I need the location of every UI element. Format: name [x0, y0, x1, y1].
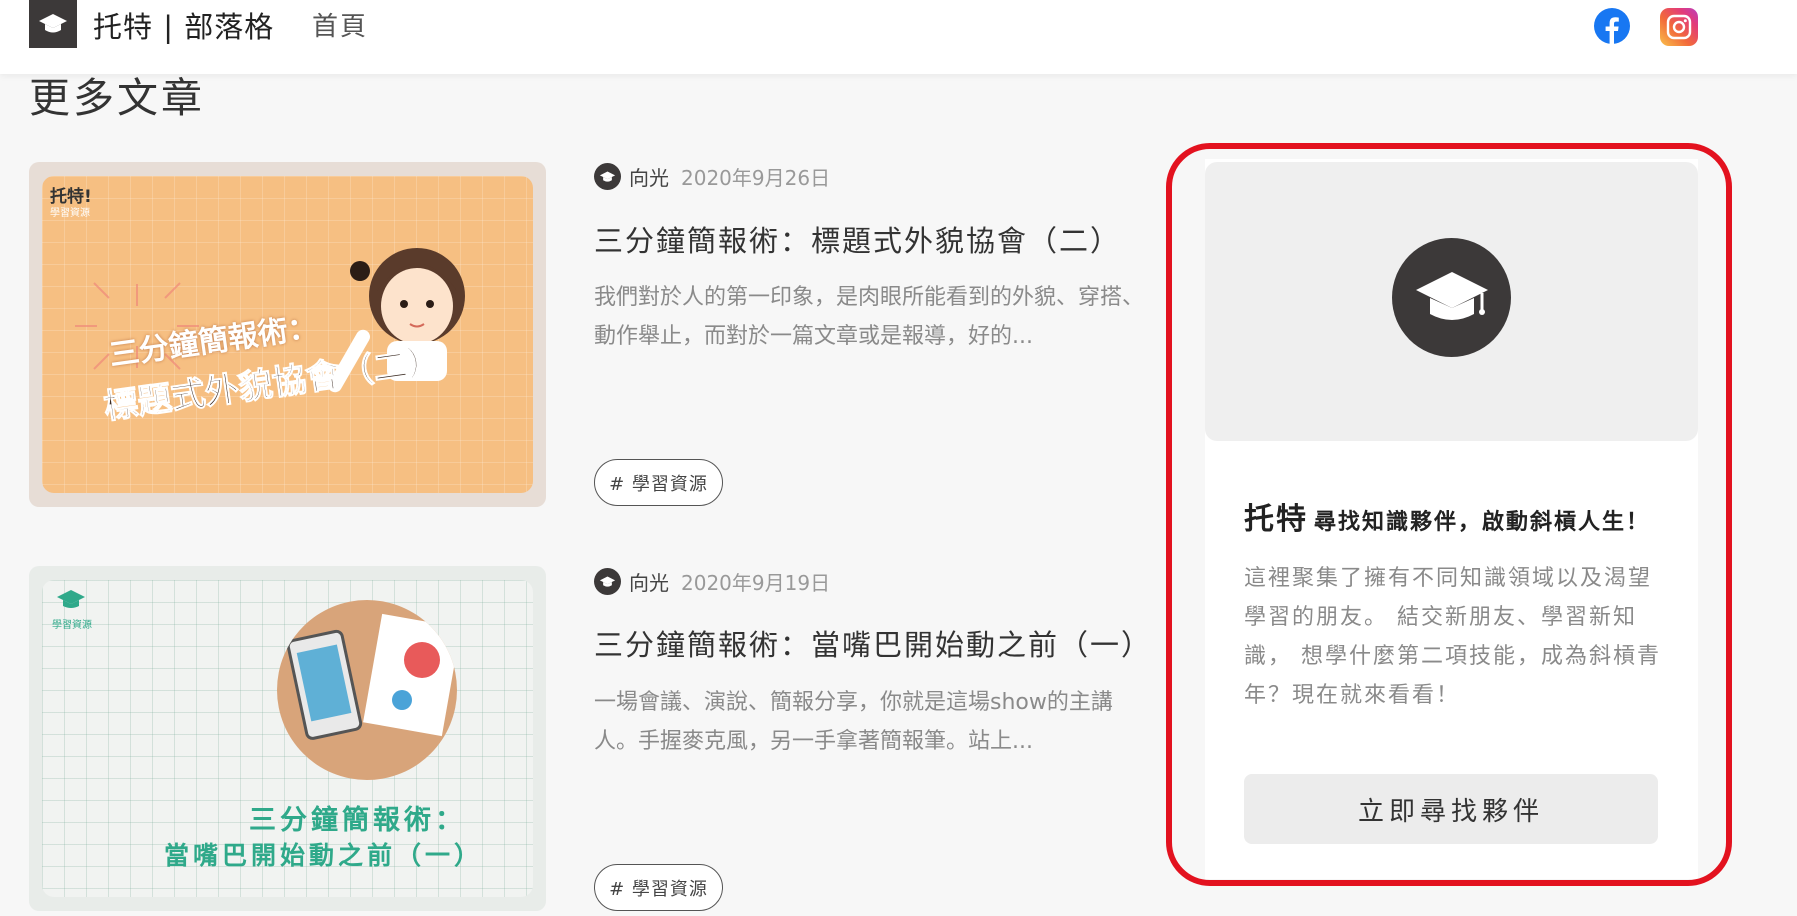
promo-brand: 托特: [1244, 502, 1308, 537]
post-meta: 向光 2020年9月19日: [594, 567, 830, 596]
post-excerpt[interactable]: 一場會議、演說、簡報分享，你就是這場show的主講人。手握麥克風，另一手拿著簡報…: [594, 683, 1154, 761]
post-tag[interactable]: # 學習資源: [594, 459, 723, 506]
post-date: 2020年9月19日: [681, 571, 831, 595]
graduation-cap-icon: [39, 14, 67, 33]
post-thumbnail[interactable]: 學習資源 三分鐘簡報術： 當嘴巴開始動之前（一）: [29, 566, 546, 911]
graduation-cap-icon: [599, 171, 616, 182]
graduation-cap-icon: [599, 576, 616, 587]
post-tag[interactable]: # 學習資源: [594, 864, 723, 911]
site-title[interactable]: 托特 | 部落格: [93, 4, 274, 46]
section-title: 更多文章: [29, 74, 205, 122]
thumbnail-badge-sub: 學習資源: [50, 208, 90, 219]
post-title[interactable]: 三分鐘簡報術：標題式外貌協會（二）: [594, 218, 1121, 260]
promo-slogan: 尋找知識夥伴，啟動斜槓人生！: [1314, 510, 1651, 535]
instagram-icon[interactable]: [1660, 8, 1698, 46]
author-name[interactable]: 向光: [629, 162, 669, 191]
community-promo-card: 托特 尋找知識夥伴，啟動斜槓人生！ 這裡聚集了擁有不同知識領域以及渴望學習的朋友。…: [1205, 159, 1698, 879]
post-date: 2020年9月26日: [681, 166, 831, 190]
author-avatar[interactable]: [594, 163, 621, 190]
graduation-cap-icon: [1415, 271, 1488, 320]
post-title[interactable]: 三分鐘簡報術：當嘴巴開始動之前（一）: [594, 622, 1152, 664]
post-excerpt[interactable]: 我們對於人的第一印象，是肉眼所能看到的外貌、穿搭、動作舉止，而對於一篇文章或是報…: [594, 278, 1154, 356]
post-thumbnail[interactable]: 托特! 學習資源 三分鐘簡報術： 標題式外貌協會（二）: [29, 162, 546, 507]
site-logo[interactable]: [29, 0, 77, 48]
brand-logo: [1392, 238, 1511, 357]
author-avatar[interactable]: [594, 568, 621, 595]
thumbnail-headline-1: 三分鐘簡報術：: [249, 805, 466, 836]
promo-heading: 托特 尋找知識夥伴，啟動斜槓人生！: [1244, 494, 1650, 538]
facebook-icon[interactable]: [1594, 8, 1630, 44]
thumbnail-headline-2: 當嘴巴開始動之前（一）: [164, 841, 484, 870]
find-partner-button[interactable]: 立即尋找夥伴: [1244, 774, 1658, 844]
post-meta: 向光 2020年9月26日: [594, 162, 830, 191]
top-navigation-bar: 托特 | 部落格 首頁: [0, 0, 1797, 74]
promo-description: 這裡聚集了擁有不同知識領域以及渴望學習的朋友。 結交新朋友、學習新知識， 想學什…: [1244, 566, 1661, 708]
nav-home-link[interactable]: 首頁: [312, 6, 368, 43]
author-name[interactable]: 向光: [629, 567, 669, 596]
thumbnail-badge-sub: 學習資源: [52, 620, 92, 631]
promo-banner: [1205, 162, 1698, 441]
